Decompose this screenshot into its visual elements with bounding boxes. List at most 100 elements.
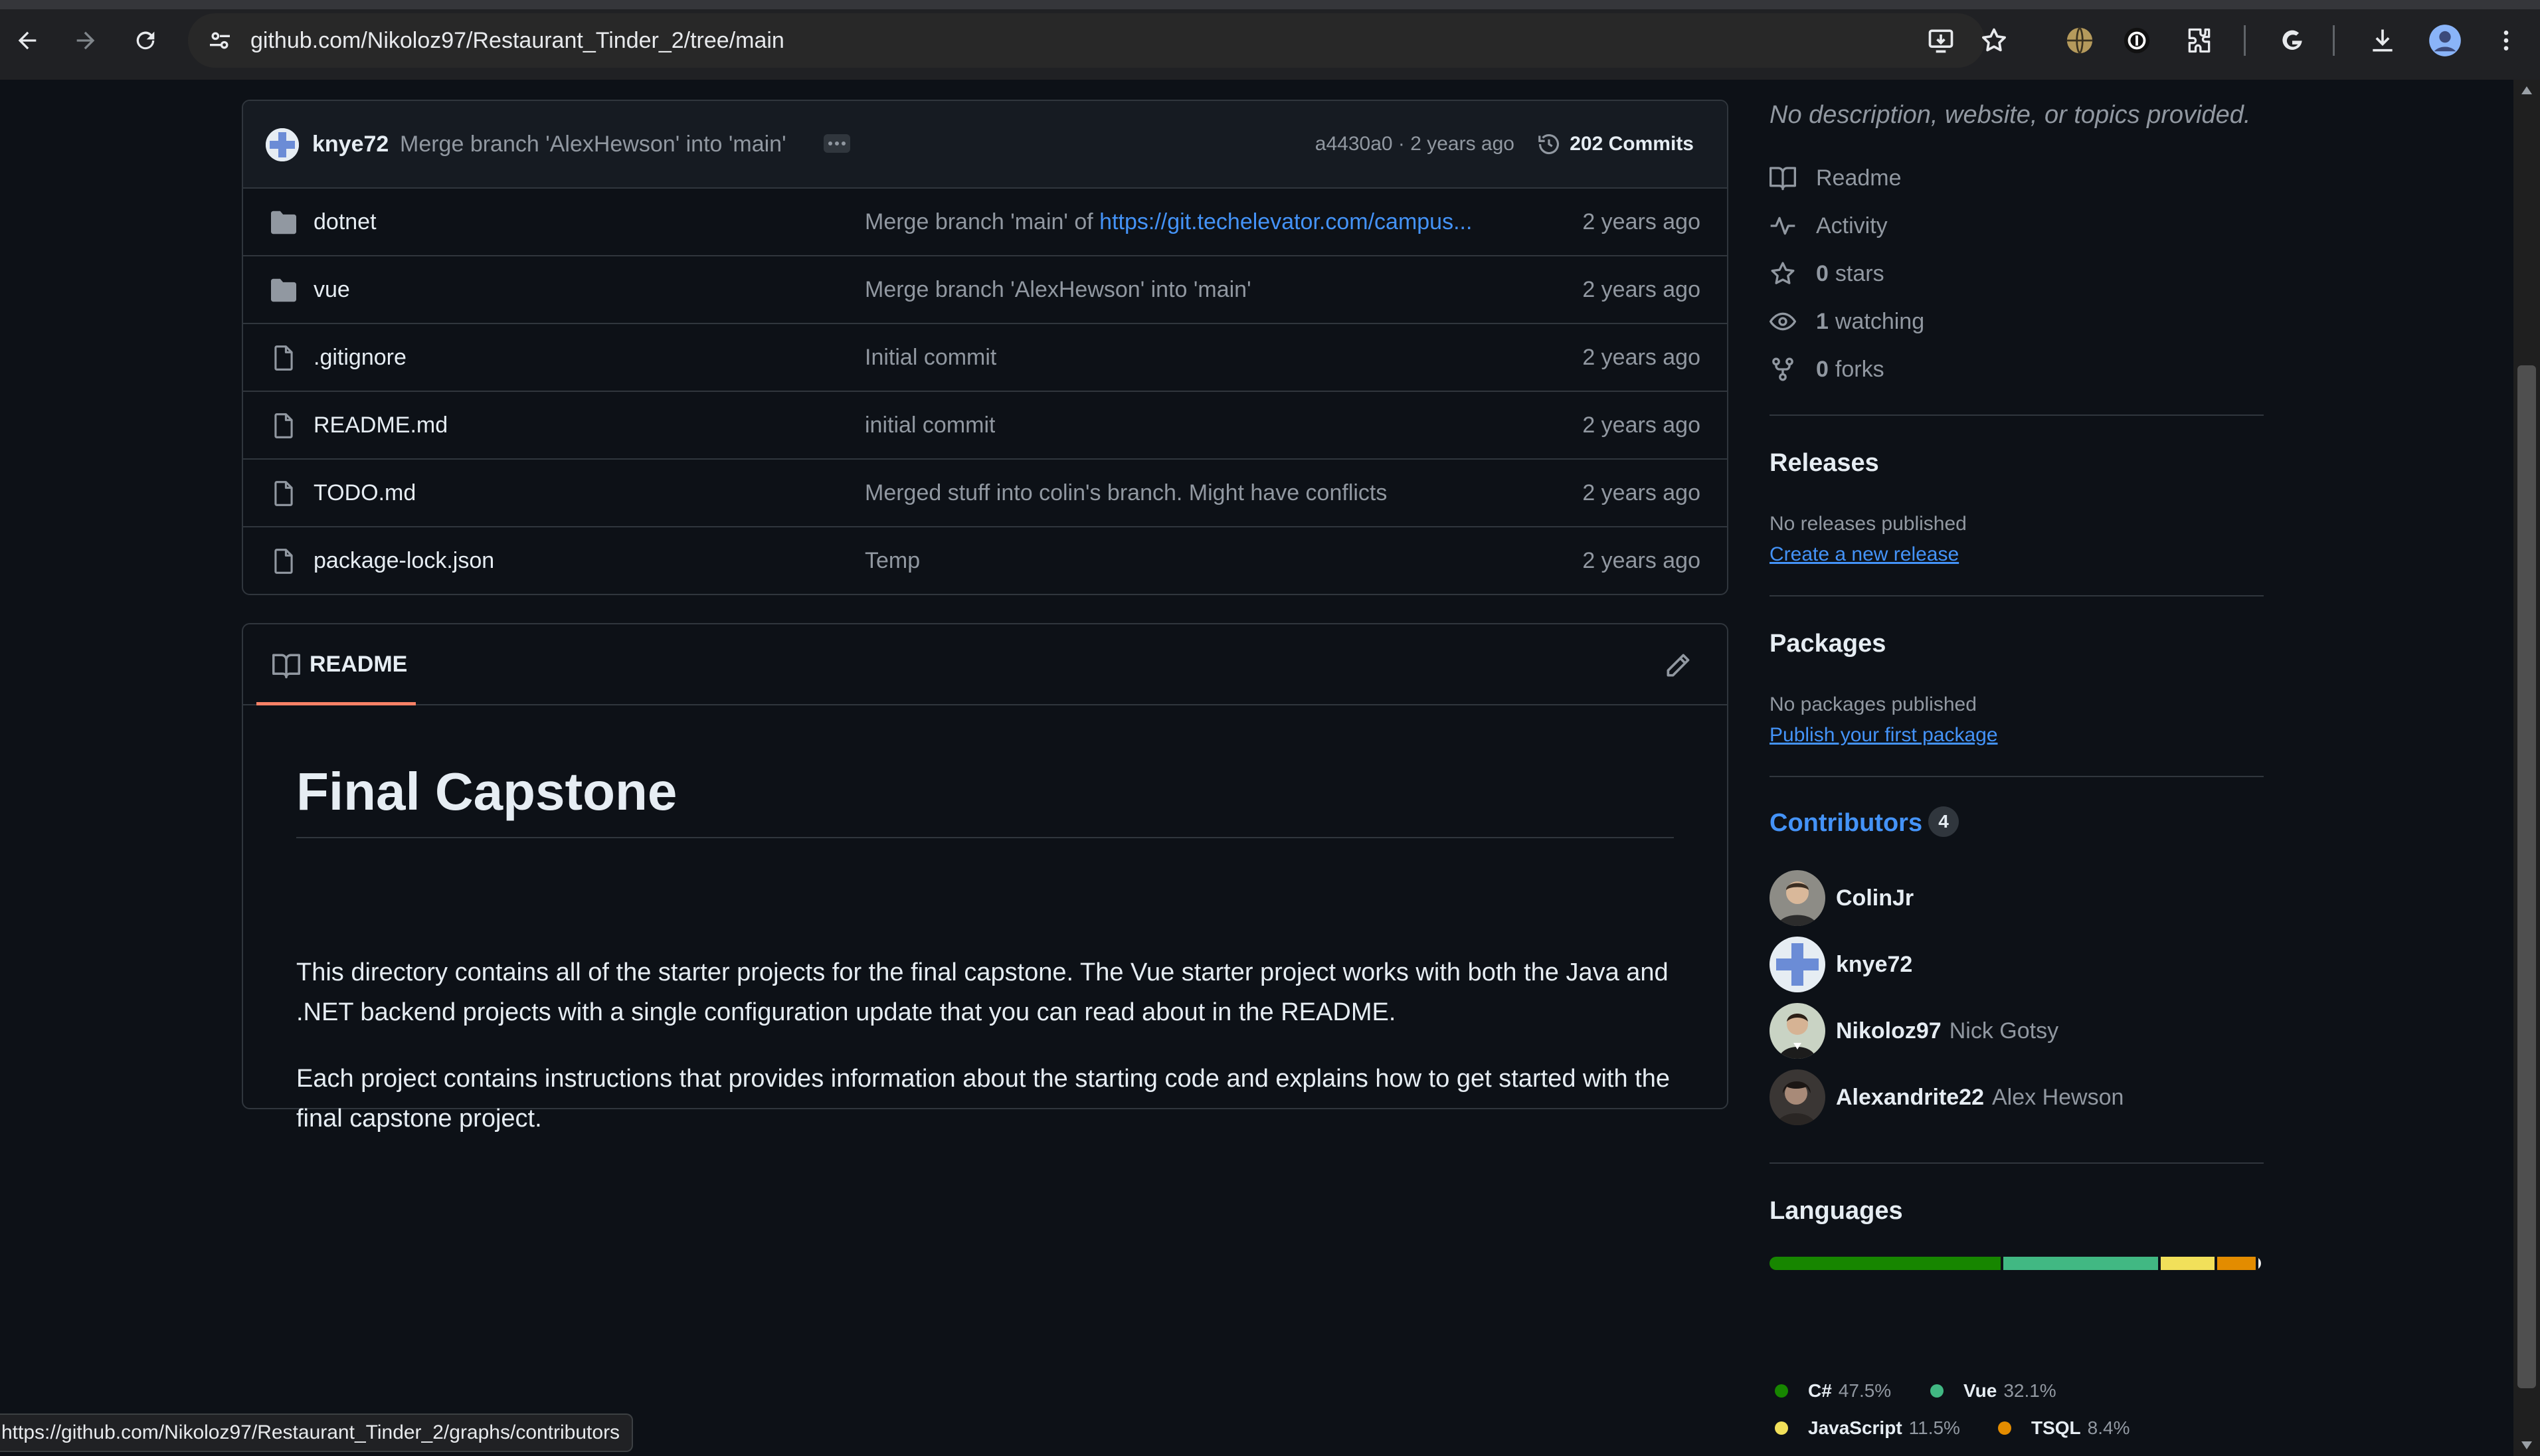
readme-heading: Final Capstone bbox=[296, 761, 1674, 838]
file-name[interactable]: .gitignore bbox=[314, 324, 407, 391]
file-row[interactable]: dotnet Merge branch 'main' of https://git… bbox=[243, 187, 1727, 255]
tab-readme[interactable]: README bbox=[256, 624, 416, 705]
readme-panel: README Final Capstone This directory con… bbox=[242, 623, 1728, 1133]
file-name[interactable]: TODO.md bbox=[314, 460, 416, 526]
releases-note: No releases published bbox=[1769, 513, 1967, 535]
pencil-icon bbox=[1667, 654, 1690, 677]
back-button[interactable] bbox=[3, 16, 52, 65]
about-watching-link[interactable]: 1 watching bbox=[1769, 302, 1924, 341]
bookmark-star-icon[interactable] bbox=[1979, 25, 2009, 56]
file-commit-message[interactable]: Merge branch 'main' of https://git.teche… bbox=[865, 189, 1472, 255]
sidebar-divider bbox=[1769, 595, 2264, 596]
language-item[interactable]: JavaScript 11.5% bbox=[1775, 1415, 1960, 1441]
download-icon[interactable] bbox=[2358, 16, 2407, 65]
file-name[interactable]: vue bbox=[314, 256, 350, 323]
forks-label: forks bbox=[1835, 356, 1884, 382]
extension-pen-icon[interactable] bbox=[2112, 16, 2161, 65]
file-row[interactable]: .gitignore Initial commit 2 years ago bbox=[243, 323, 1727, 391]
forks-count: 0 bbox=[1816, 356, 1829, 382]
file-name[interactable]: README.md bbox=[314, 392, 448, 458]
about-forks-link[interactable]: 0 forks bbox=[1769, 349, 1884, 389]
file-icon bbox=[270, 481, 298, 506]
contributor-item[interactable]: ColinJr bbox=[1769, 870, 1922, 926]
scrollbar-thumb[interactable] bbox=[2517, 365, 2536, 1388]
language-color-dot bbox=[1930, 1384, 1944, 1398]
edit-readme-button[interactable] bbox=[1663, 651, 1692, 680]
about-activity-link[interactable]: Activity bbox=[1769, 206, 1888, 246]
contributor-item[interactable]: Nikoloz97 Nick Gotsy bbox=[1769, 1003, 2058, 1059]
file-icon bbox=[270, 549, 298, 574]
file-commit-message[interactable]: Merge branch 'AlexHewson' into 'main' bbox=[865, 256, 1251, 323]
commit-author[interactable]: knye72 bbox=[312, 101, 389, 187]
forward-button[interactable] bbox=[61, 16, 110, 65]
language-item[interactable]: Vue 32.1% bbox=[1930, 1378, 2056, 1404]
language-color-dot bbox=[1775, 1421, 1788, 1435]
file-commit-message[interactable]: Temp bbox=[865, 527, 920, 594]
about-readme-link[interactable]: Readme bbox=[1769, 158, 1902, 198]
file-commit-age: 2 years ago bbox=[1582, 345, 1700, 370]
contributor-login: knye72 bbox=[1836, 951, 1913, 977]
file-commit-message[interactable]: initial commit bbox=[865, 392, 995, 458]
file-commit-message[interactable]: Initial commit bbox=[865, 324, 996, 391]
folder-icon bbox=[270, 278, 298, 303]
contributor-item[interactable]: Alexandrite22 Alex Hewson bbox=[1769, 1069, 2124, 1125]
releases-heading[interactable]: Releases bbox=[1769, 449, 1879, 478]
file-name[interactable]: dotnet bbox=[314, 189, 377, 255]
file-icon bbox=[270, 413, 298, 438]
language-item[interactable]: Other0.5% bbox=[1775, 1452, 1907, 1456]
file-row[interactable]: package-lock.json Temp 2 years ago bbox=[243, 526, 1727, 594]
contributors-count-badge: 4 bbox=[1928, 806, 1959, 837]
commit-history-link[interactable]: 202 Commits bbox=[1536, 101, 1694, 187]
extension-globe-icon[interactable] bbox=[2055, 16, 2104, 65]
google-g-icon[interactable] bbox=[2268, 16, 2317, 65]
file-commit-message[interactable]: Merged stuff into colin's branch. Might … bbox=[865, 460, 1387, 526]
about-stars-link[interactable]: 0 stars bbox=[1769, 254, 1884, 294]
language-item[interactable]: C# 47.5% bbox=[1775, 1378, 1891, 1404]
language-item[interactable]: TSQL 8.4% bbox=[1998, 1415, 2130, 1441]
language-percent: 47.5% bbox=[1838, 1380, 1892, 1401]
book-icon bbox=[1769, 165, 1796, 191]
create-release-link[interactable]: Create a new release bbox=[1769, 543, 1959, 566]
language-bar-segment bbox=[1769, 1257, 2003, 1270]
file-name[interactable]: package-lock.json bbox=[314, 527, 494, 594]
site-info-icon[interactable] bbox=[204, 25, 236, 56]
file-row[interactable]: vue Merge branch 'AlexHewson' into 'main'… bbox=[243, 255, 1727, 323]
scroll-up-arrow-icon[interactable] bbox=[2521, 86, 2532, 94]
scroll-down-arrow-icon[interactable] bbox=[2521, 1441, 2532, 1449]
file-row[interactable]: TODO.md Merged stuff into colin's branch.… bbox=[243, 458, 1727, 526]
readme-tab-bar: README bbox=[243, 624, 1727, 705]
commit-message[interactable]: Merge branch 'AlexHewson' into 'main' bbox=[400, 101, 786, 187]
contributor-item[interactable]: knye72 bbox=[1769, 937, 1920, 992]
readme-paragraph: Each project contains instructions that … bbox=[296, 1065, 1670, 1133]
file-row[interactable]: README.md initial commit 2 years ago bbox=[243, 391, 1727, 458]
language-percent: 11.5% bbox=[1908, 1417, 1960, 1438]
install-app-icon[interactable] bbox=[1926, 25, 1956, 56]
contributor-avatar bbox=[1769, 1069, 1825, 1125]
commits-count: 202 Commits bbox=[1570, 133, 1694, 155]
commit-expand-button[interactable] bbox=[824, 134, 850, 153]
commit-message-link[interactable]: https://git.techelevator.com/campus... bbox=[1099, 209, 1472, 234]
page-scrollbar[interactable] bbox=[2513, 80, 2540, 1456]
sidebar-divider bbox=[1769, 414, 2264, 416]
contributors-heading[interactable]: Contributors bbox=[1769, 809, 1922, 838]
link-status-bar: https://github.com/Nikoloz97/Restaurant_… bbox=[0, 1413, 634, 1452]
publish-package-link[interactable]: Publish your first package bbox=[1769, 724, 1998, 747]
reload-button[interactable] bbox=[121, 16, 170, 65]
latest-commit-bar: knye72 Merge branch 'AlexHewson' into 'm… bbox=[243, 101, 1727, 189]
profile-avatar-icon[interactable] bbox=[2420, 16, 2470, 65]
kebab-menu-icon[interactable] bbox=[2482, 16, 2531, 65]
packages-heading[interactable]: Packages bbox=[1769, 630, 1886, 658]
language-name: TSQL bbox=[2031, 1417, 2081, 1438]
fork-icon bbox=[1769, 356, 1796, 383]
reload-icon bbox=[136, 31, 155, 50]
stars-count: 0 bbox=[1816, 260, 1829, 286]
eye-icon bbox=[1769, 308, 1796, 335]
pulse-icon bbox=[1769, 213, 1796, 239]
commit-author-avatar[interactable] bbox=[266, 128, 299, 161]
address-bar[interactable]: github.com/Nikoloz97/Restaurant_Tinder_2… bbox=[188, 13, 2006, 68]
url-text[interactable]: github.com/Nikoloz97/Restaurant_Tinder_2… bbox=[250, 13, 784, 68]
commit-meta[interactable]: a4430a0 · 2 years ago bbox=[1315, 101, 1514, 187]
language-color-dot bbox=[1998, 1421, 2011, 1435]
extensions-puzzle-icon[interactable] bbox=[2175, 16, 2224, 65]
contributor-name: Nick Gotsy bbox=[1949, 1018, 2059, 1044]
